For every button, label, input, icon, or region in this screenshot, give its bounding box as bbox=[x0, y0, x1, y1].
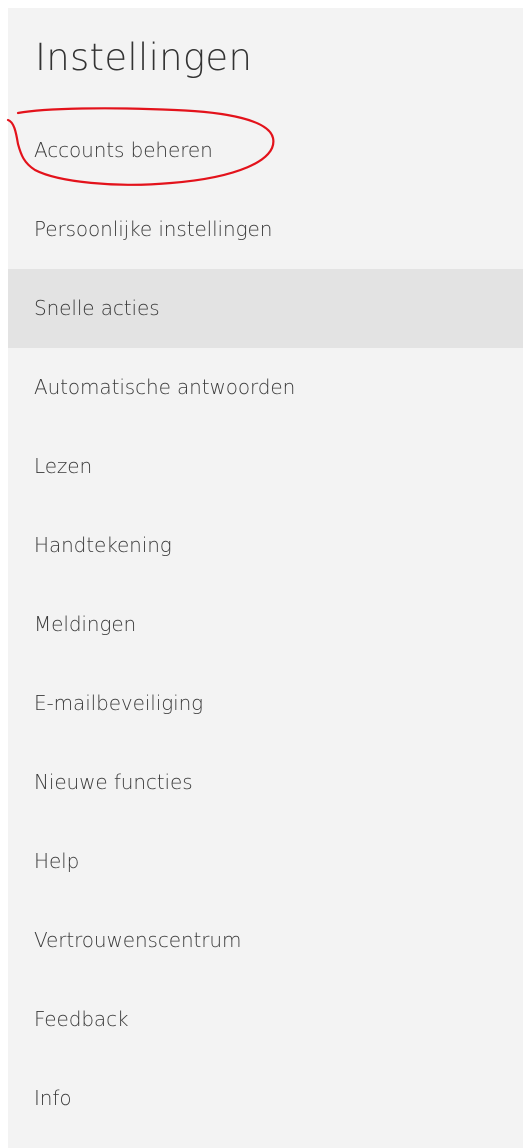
settings-item-automatische-antwoorden[interactable]: Automatische antwoorden bbox=[8, 348, 523, 427]
settings-item-e-mailbeveiliging[interactable]: E-mailbeveiliging bbox=[8, 664, 523, 743]
settings-item-handtekening[interactable]: Handtekening bbox=[8, 506, 523, 585]
settings-item-nieuwe-functies[interactable]: Nieuwe functies bbox=[8, 743, 523, 822]
settings-item-help[interactable]: Help bbox=[8, 822, 523, 901]
settings-item-snelle-acties[interactable]: Snelle acties bbox=[8, 269, 523, 348]
settings-panel: Instellingen Accounts beheren Persoonlij… bbox=[8, 8, 523, 1148]
settings-item-vertrouwenscentrum[interactable]: Vertrouwenscentrum bbox=[8, 901, 523, 980]
settings-item-info[interactable]: Info bbox=[8, 1059, 523, 1138]
settings-item-persoonlijke-instellingen[interactable]: Persoonlijke instellingen bbox=[8, 190, 523, 269]
settings-item-meldingen[interactable]: Meldingen bbox=[8, 585, 523, 664]
settings-item-feedback[interactable]: Feedback bbox=[8, 980, 523, 1059]
settings-item-lezen[interactable]: Lezen bbox=[8, 427, 523, 506]
settings-menu: Accounts beheren Persoonlijke instelling… bbox=[8, 111, 523, 1138]
settings-item-accounts-beheren[interactable]: Accounts beheren bbox=[8, 111, 523, 190]
settings-title: Instellingen bbox=[35, 36, 253, 79]
